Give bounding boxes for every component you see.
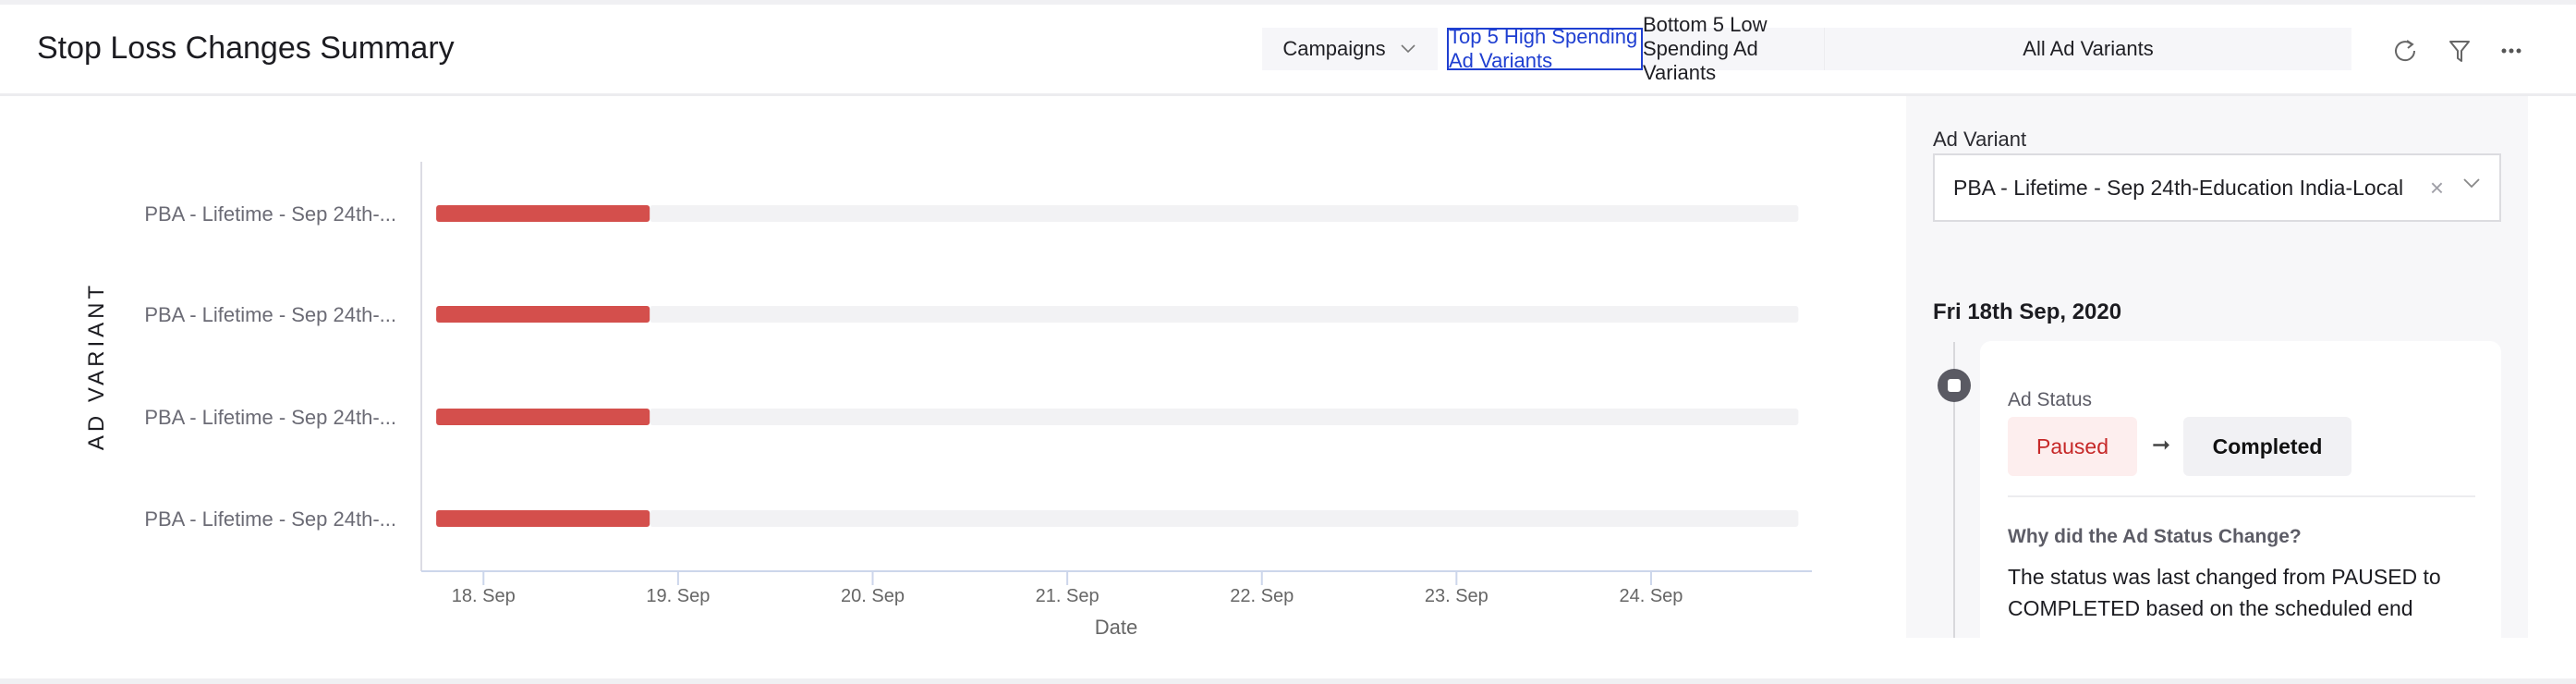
x-tick-label: 19. Sep bbox=[646, 586, 710, 606]
status-change-card: Ad Status Paused ➞ Completed Why did the… bbox=[1980, 341, 2501, 638]
category-label: PBA - Lifetime - Sep 24th-... bbox=[144, 303, 396, 326]
more-icon[interactable] bbox=[2493, 32, 2530, 69]
bar-paused[interactable] bbox=[436, 510, 650, 527]
why-title: Why did the Ad Status Change? bbox=[2008, 526, 2302, 547]
category-label: PBA - Lifetime - Sep 24th-... bbox=[144, 507, 396, 531]
y-axis-title: AD VARIANT bbox=[84, 282, 109, 450]
x-tick-label: 20. Sep bbox=[841, 586, 905, 606]
from-status-badge: Paused bbox=[2008, 417, 2137, 476]
bar-completed[interactable] bbox=[650, 409, 1799, 425]
date-heading: Fri 18th Sep, 2020 bbox=[1933, 299, 2122, 324]
ad-variant-label: Ad Variant bbox=[1933, 128, 2027, 151]
bottom-strip bbox=[0, 678, 2576, 684]
ad-variant-select[interactable]: PBA - Lifetime - Sep 24th-Education Indi… bbox=[1933, 153, 2501, 222]
bar-paused[interactable] bbox=[436, 205, 650, 222]
divider bbox=[2008, 495, 2475, 497]
chevron-down-icon bbox=[2463, 178, 2480, 189]
refresh-icon[interactable] bbox=[2387, 32, 2424, 69]
bar-completed[interactable] bbox=[650, 306, 1799, 323]
change-title: Ad Status bbox=[2008, 389, 2093, 410]
bar-completed[interactable] bbox=[650, 205, 1799, 222]
ad-variant-value: PBA - Lifetime - Sep 24th-Education Indi… bbox=[1953, 175, 2404, 200]
category-label: PBA - Lifetime - Sep 24th-... bbox=[144, 406, 396, 429]
bar-paused[interactable] bbox=[436, 409, 650, 425]
stop-icon bbox=[1938, 369, 1971, 402]
tab-all-ad-variants[interactable]: All Ad Variants bbox=[1825, 28, 2351, 70]
category-label: PBA - Lifetime - Sep 24th-... bbox=[144, 202, 396, 226]
arrow-right-icon: ➞ bbox=[2152, 433, 2171, 458]
filter-icon[interactable] bbox=[2441, 32, 2478, 69]
x-tick-label: 21. Sep bbox=[1036, 586, 1100, 606]
x-tick-label: 23. Sep bbox=[1425, 586, 1488, 606]
bar-completed[interactable] bbox=[650, 510, 1799, 527]
x-tick-label: 18. Sep bbox=[452, 586, 516, 606]
x-tick-label: 22. Sep bbox=[1230, 586, 1294, 606]
clear-icon[interactable]: × bbox=[2430, 174, 2444, 202]
to-status-badge: Completed bbox=[2183, 417, 2351, 476]
stop-loss-chart: AD VARIANT PBA - Lifetime - Sep 24th-...… bbox=[84, 162, 1812, 639]
x-axis-title: Date bbox=[1095, 616, 1137, 639]
details-panel: Ad Variant PBA - Lifetime - Sep 24th-Edu… bbox=[1906, 96, 2528, 638]
bar-paused[interactable] bbox=[436, 306, 650, 323]
x-tick-label: 24. Sep bbox=[1619, 586, 1683, 606]
reason-text: The status was last changed from PAUSED … bbox=[2008, 565, 2441, 620]
